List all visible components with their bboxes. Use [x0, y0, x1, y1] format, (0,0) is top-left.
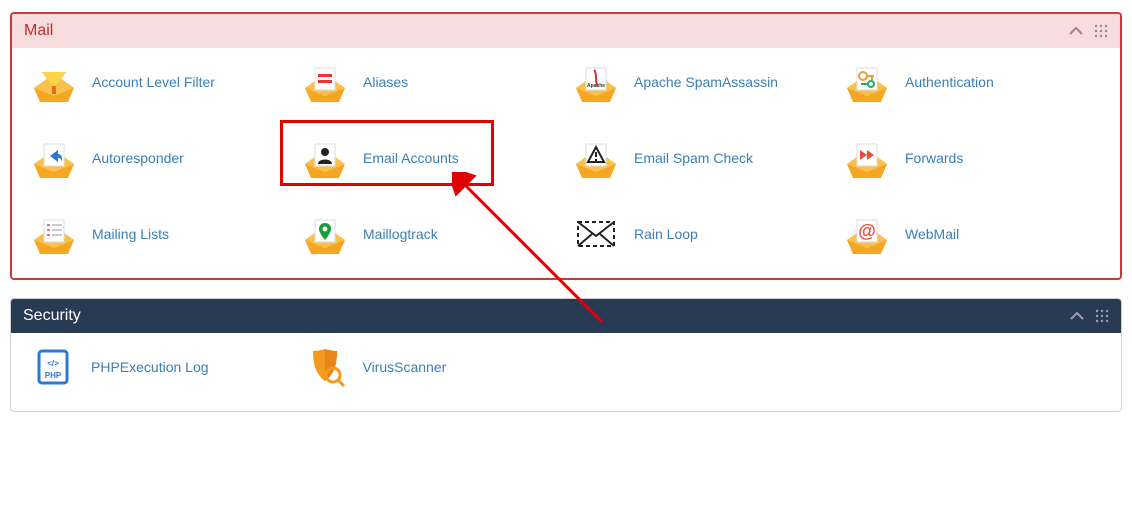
security-panel: Security </: [10, 298, 1122, 412]
forward-icon: [841, 136, 893, 180]
reply-icon: [28, 136, 80, 180]
drag-handle-icon[interactable]: [1094, 24, 1108, 38]
location-icon: [299, 212, 351, 256]
item-label: Email Accounts: [363, 150, 459, 166]
drag-handle-icon[interactable]: [1095, 309, 1109, 323]
item-forwards[interactable]: Forwards: [841, 134, 1104, 182]
item-label: Autoresponder: [92, 150, 184, 166]
svg-text:</>: </>: [47, 359, 59, 368]
item-label: Email Spam Check: [634, 150, 753, 166]
item-email-spam-check[interactable]: Email Spam Check: [570, 134, 833, 182]
item-label: PHPExecution Log: [91, 359, 209, 375]
svg-text:@: @: [858, 221, 876, 241]
item-apache-spamassassin[interactable]: Apache Apache SpamAssassin: [570, 58, 833, 106]
item-rain-loop[interactable]: Rain Loop: [570, 210, 833, 258]
item-label: Mailing Lists: [92, 226, 169, 242]
filter-icon: [28, 60, 80, 104]
item-label: VirusScanner: [363, 359, 447, 375]
collapse-icon[interactable]: [1068, 23, 1084, 39]
svg-text:PHP: PHP: [45, 371, 62, 380]
rainloop-icon: [570, 212, 622, 256]
item-label: Apache SpamAssassin: [634, 74, 778, 90]
item-label: Maillogtrack: [363, 226, 438, 242]
user-icon: [299, 136, 351, 180]
at-icon: @: [841, 212, 893, 256]
item-maillogtrack[interactable]: Maillogtrack: [299, 210, 562, 258]
auth-icon: [841, 60, 893, 104]
item-label: Aliases: [363, 74, 408, 90]
collapse-icon[interactable]: [1069, 308, 1085, 324]
security-panel-body: </> PHP PHPExecution Log VirusScanner: [11, 333, 1121, 411]
security-panel-title: Security: [23, 307, 81, 325]
item-aliases[interactable]: Aliases: [299, 58, 562, 106]
item-email-accounts[interactable]: Email Accounts: [299, 134, 562, 182]
item-authentication[interactable]: Authentication: [841, 58, 1104, 106]
apache-icon: Apache: [570, 60, 622, 104]
php-log-icon: </> PHP: [27, 345, 79, 389]
aliases-icon: [299, 60, 351, 104]
security-panel-header-controls: [1069, 308, 1109, 324]
list-icon: [28, 212, 80, 256]
item-label: Forwards: [905, 150, 963, 166]
item-account-level-filter[interactable]: Account Level Filter: [28, 58, 291, 106]
item-autoresponder[interactable]: Autoresponder: [28, 134, 291, 182]
item-webmail[interactable]: @ WebMail: [841, 210, 1104, 258]
item-label: Authentication: [905, 74, 994, 90]
security-panel-header: Security: [11, 299, 1121, 333]
mail-panel-title: Mail: [24, 22, 53, 40]
mail-panel-header-controls: [1068, 23, 1108, 39]
item-label: WebMail: [905, 226, 959, 242]
virus-scan-icon: [299, 345, 351, 389]
item-virusscanner[interactable]: VirusScanner: [299, 343, 563, 391]
item-phpexecution-log[interactable]: </> PHP PHPExecution Log: [27, 343, 291, 391]
mail-panel-body: Account Level Filter Aliases: [12, 48, 1120, 278]
warning-icon: [570, 136, 622, 180]
svg-text:Apache: Apache: [587, 83, 605, 89]
item-mailing-lists[interactable]: Mailing Lists: [28, 210, 291, 258]
mail-panel: Mail: [10, 12, 1122, 280]
mail-panel-header: Mail: [12, 14, 1120, 48]
item-label: Account Level Filter: [92, 74, 215, 90]
item-label: Rain Loop: [634, 226, 698, 242]
